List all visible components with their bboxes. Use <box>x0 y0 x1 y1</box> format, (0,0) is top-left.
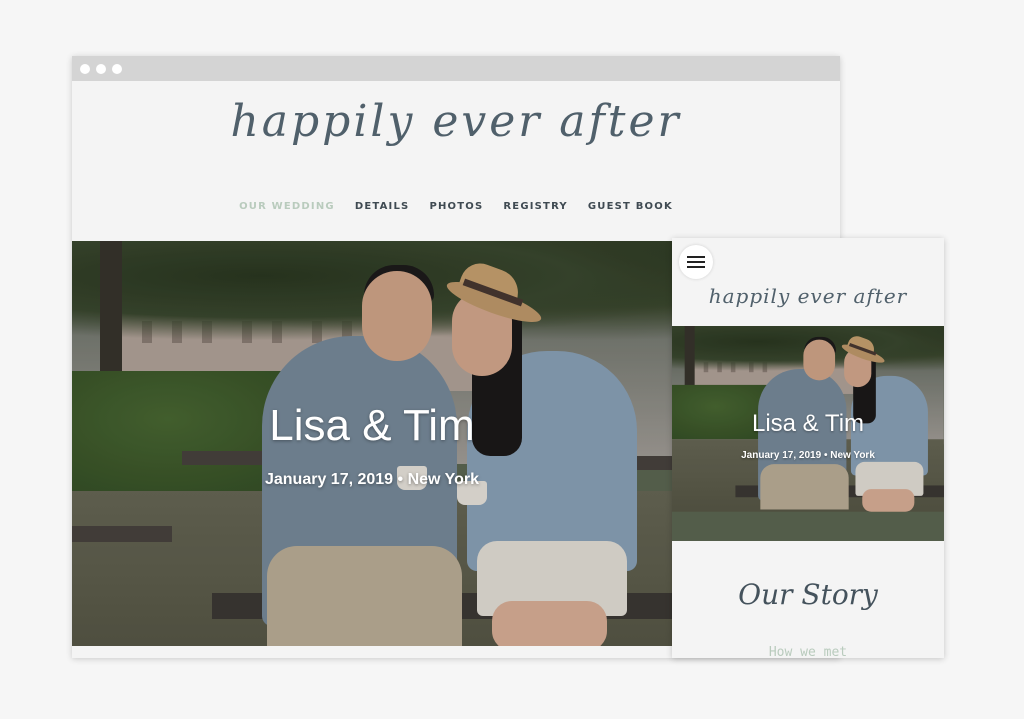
window-dot-icon <box>80 64 90 74</box>
nav-item-registry[interactable]: REGISTRY <box>503 201 567 212</box>
main-nav: OUR WEDDING DETAILS PHOTOS REGISTRY GUES… <box>72 201 840 212</box>
window-dot-icon <box>96 64 106 74</box>
nav-item-photos[interactable]: PHOTOS <box>429 201 483 212</box>
nav-item-details[interactable]: DETAILS <box>355 201 410 212</box>
site-title: happily ever after <box>230 96 682 147</box>
mobile-hero-couple-names: Lisa & Tim <box>751 410 865 437</box>
hero-couple-names: Lisa & Tim <box>269 401 475 450</box>
mobile-site-title: happily ever after <box>708 284 908 308</box>
mobile-hero-photo: Lisa & Tim January 17, 2019 • New York <box>672 326 944 541</box>
nav-item-our-wedding[interactable]: OUR WEDDING <box>239 201 335 212</box>
our-story-heading: Our Story <box>738 578 878 611</box>
mobile-mockup: happily ever after Lisa & Tim January 17… <box>672 238 944 658</box>
hamburger-menu-icon[interactable] <box>679 245 713 279</box>
browser-title-bar <box>72 56 840 81</box>
nav-item-guest-book[interactable]: GUEST BOOK <box>588 201 673 212</box>
how-we-met-subheading: How we met <box>768 645 848 658</box>
hero-photo: Lisa & Tim January 17, 2019 • New York <box>72 241 672 646</box>
window-dot-icon <box>112 64 122 74</box>
hero-date-location: January 17, 2019 • New York <box>264 471 480 488</box>
mobile-hero-date-location: January 17, 2019 • New York <box>741 450 875 461</box>
